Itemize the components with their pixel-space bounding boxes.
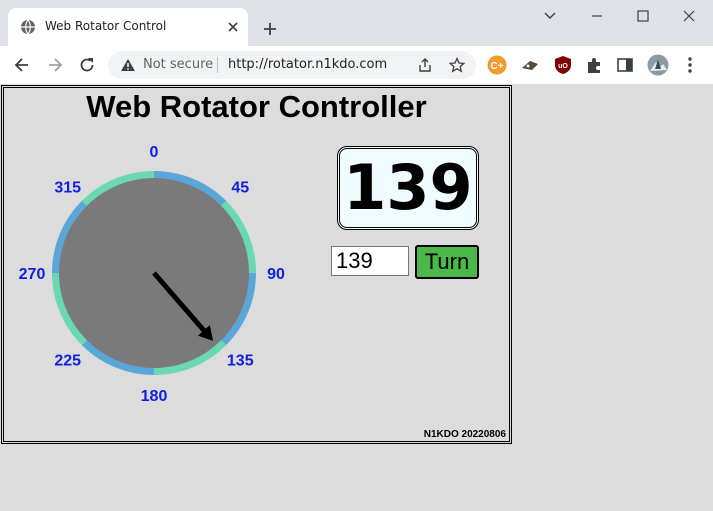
dial-label: 0: [150, 144, 159, 161]
warning-icon[interactable]: [120, 58, 136, 72]
dial-label: 225: [54, 352, 81, 369]
tab-title: Web Rotator Control: [45, 19, 167, 33]
svg-text:uO: uO: [558, 63, 568, 70]
compass-dial[interactable]: 0 45 90 135 180 225 270 315: [4, 88, 304, 418]
dial-label: 45: [231, 180, 249, 197]
target-heading-input[interactable]: [331, 246, 409, 276]
share-icon[interactable]: [417, 57, 433, 73]
security-label[interactable]: Not secure: [143, 57, 213, 72]
chevron-down-icon[interactable]: [535, 8, 565, 24]
extension-c-plus-icon[interactable]: C+: [487, 55, 507, 75]
version-label: N1KDO 20220806: [423, 429, 506, 440]
puzzle-icon[interactable]: [584, 55, 604, 75]
turn-button[interactable]: Turn: [415, 245, 479, 279]
svg-text:C+: C+: [490, 61, 503, 72]
window-close-icon[interactable]: [674, 8, 704, 24]
plus-icon[interactable]: [262, 21, 278, 37]
dial-label: 135: [227, 352, 254, 369]
omnibox-divider: [217, 57, 218, 73]
kebab-menu-icon[interactable]: [680, 55, 700, 75]
side-panel-icon[interactable]: [615, 55, 635, 75]
rotator-panel: Web Rotator Controller 0 45 90 135 180 225 270…: [1, 85, 512, 444]
extension-eyes-icon[interactable]: [520, 55, 540, 75]
globe-icon: [21, 19, 35, 35]
minimize-icon[interactable]: [582, 8, 612, 24]
dial-label: 315: [54, 180, 81, 197]
avatar-icon[interactable]: [647, 54, 669, 76]
maximize-icon[interactable]: [628, 8, 658, 24]
address-bar[interactable]: Not secure http://rotator.n1kdo.com: [108, 51, 476, 79]
current-heading-value: 139: [343, 151, 473, 224]
browser-tab[interactable]: Web Rotator Control: [8, 8, 248, 46]
ublock-shield-icon[interactable]: uO: [553, 55, 573, 75]
reload-icon[interactable]: [78, 56, 96, 74]
star-icon[interactable]: [449, 57, 465, 73]
browser-toolbar: Not secure http://rotator.n1kdo.com C+ u…: [0, 46, 713, 85]
dial-label: 90: [267, 266, 285, 283]
close-icon[interactable]: [226, 20, 240, 34]
dial-label: 180: [141, 388, 168, 405]
page-content: Web Rotator Controller 0 45 90 135 180 225 270…: [0, 85, 713, 511]
forward-arrow-icon[interactable]: [46, 56, 64, 74]
back-arrow-icon[interactable]: [13, 56, 31, 74]
current-heading-display: 139: [337, 146, 479, 230]
tab-strip: Web Rotator Control: [0, 0, 713, 46]
url-text[interactable]: http://rotator.n1kdo.com: [228, 57, 387, 72]
dial-label: 270: [19, 266, 46, 283]
